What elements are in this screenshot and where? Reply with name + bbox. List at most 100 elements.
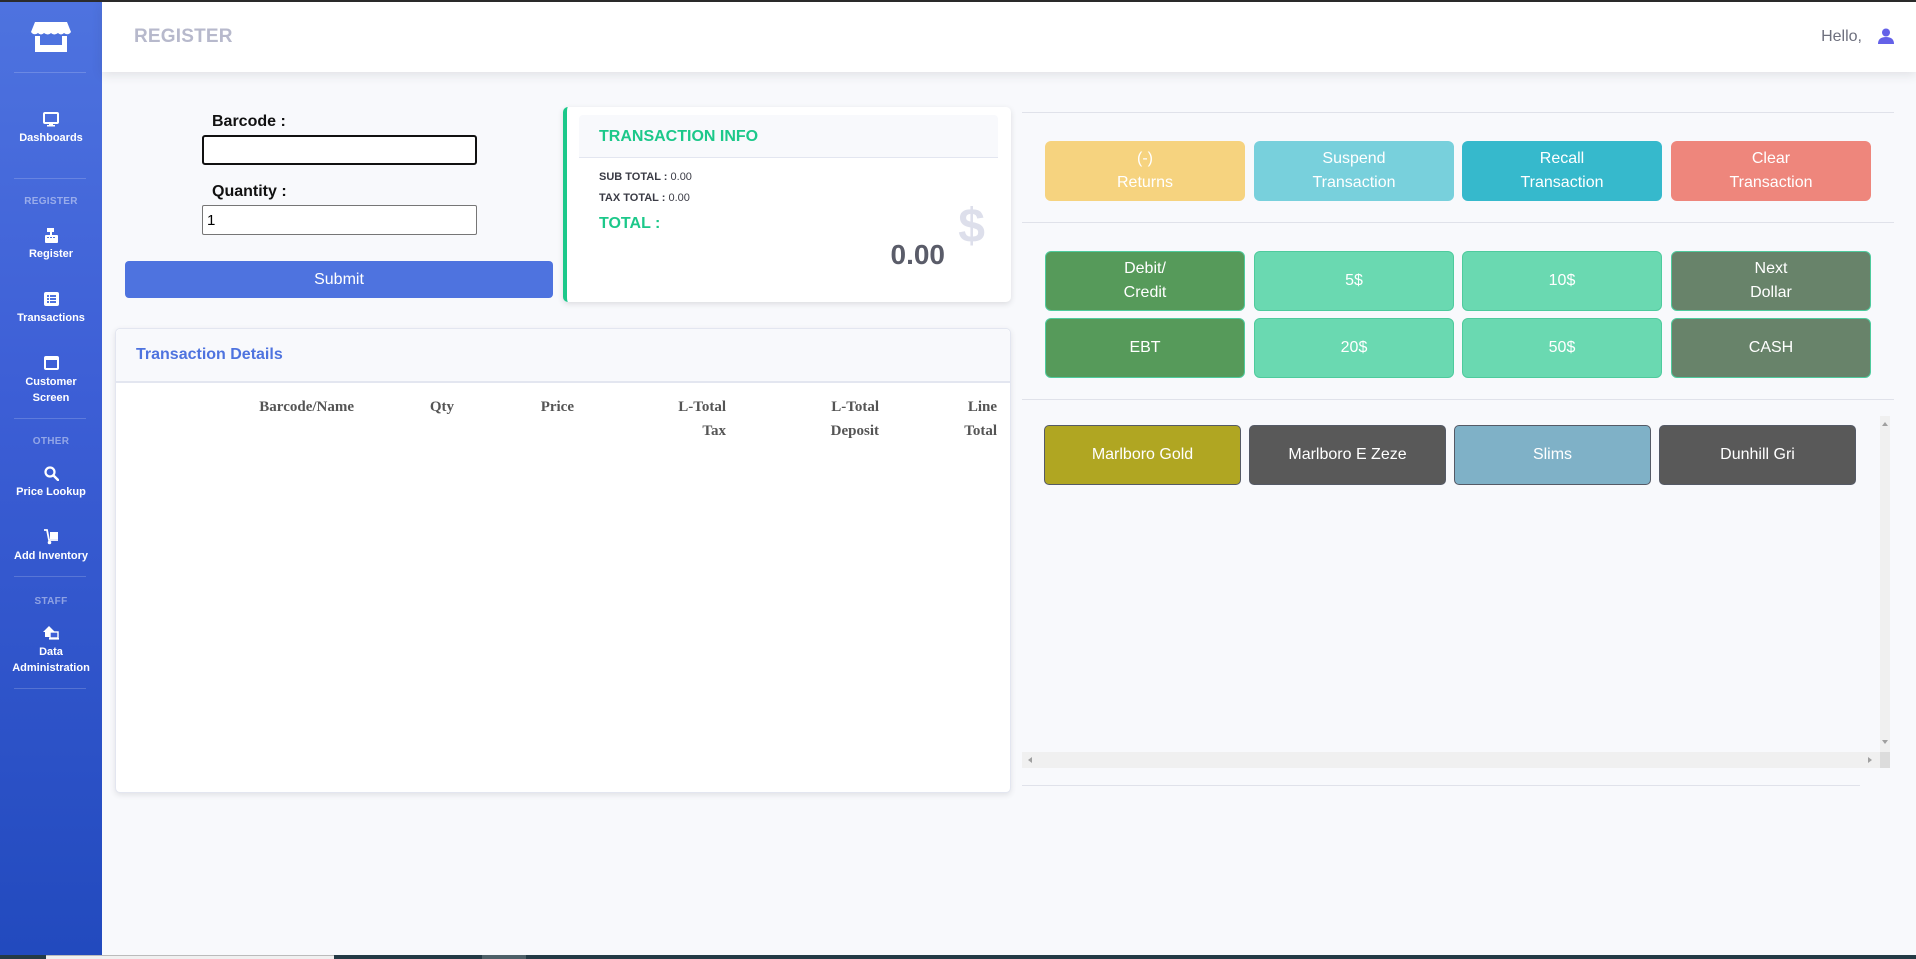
transaction-info-card: TRANSACTION INFO SUB TOTAL : 0.00 TAX TO… (563, 107, 1011, 302)
sidebar-item-label: Customer (25, 376, 77, 388)
button-label: CASH (1748, 339, 1794, 356)
column-header-line: Qty (429, 399, 454, 415)
button-label: Returns (1116, 174, 1174, 191)
button-label: Debit/ (1124, 260, 1166, 277)
sidebar-divider (14, 688, 86, 689)
sub-total-label: SUB TOTAL : (599, 171, 668, 183)
tax-total-row: TAX TOTAL : 0.00 (599, 192, 690, 204)
payment-10-button[interactable]: 10$ (1462, 251, 1662, 311)
scrollbar-corner (1880, 752, 1890, 768)
scroll-right-arrow-icon[interactable] (1868, 757, 1872, 763)
sidebar-item-price-lookup[interactable]: Price Lookup (0, 464, 102, 500)
sidebar-heading-other: OTHER (32, 436, 70, 447)
sidebar-item-register[interactable]: Register (0, 226, 102, 262)
sidebar-item-customer-screen[interactable]: Customer Screen (0, 354, 102, 406)
vertical-scrollbar[interactable] (1880, 416, 1890, 754)
horizontal-scrollbar[interactable] (1022, 752, 1880, 768)
quantity-input[interactable] (202, 205, 477, 235)
transaction-details-card: Transaction Details Barcode/Name Qty Price… (115, 328, 1011, 793)
sidebar: Dashboards REGISTER Register Transaction… (0, 2, 102, 955)
button-label: Recall (1539, 150, 1585, 167)
sidebar-item-label: Register (28, 248, 74, 260)
barcode-input[interactable] (202, 135, 477, 165)
taskbar-item[interactable] (482, 955, 526, 959)
column-header: Line Total (964, 395, 997, 443)
dolly-icon (43, 529, 58, 545)
taskbar-item[interactable] (46, 955, 334, 959)
recall-transaction-button[interactable]: Recall Transaction (1462, 141, 1662, 201)
tax-total-label: TAX TOTAL : (599, 192, 666, 204)
sidebar-heading-register: REGISTER (24, 196, 78, 207)
divider (1022, 112, 1894, 113)
column-header-line: Line (967, 399, 997, 415)
suspend-transaction-button[interactable]: Suspend Transaction (1254, 141, 1454, 201)
button-label: Marlboro E Zeze (1288, 446, 1407, 463)
tax-total-value: 0.00 (668, 192, 690, 204)
payment-20-button[interactable]: 20$ (1254, 318, 1454, 378)
sidebar-divider (14, 72, 86, 73)
divider (1022, 399, 1894, 400)
sidebar-item-dashboards[interactable]: Dashboards (0, 110, 102, 146)
sub-total-value: 0.00 (670, 171, 692, 183)
sidebar-item-transactions[interactable]: Transactions (0, 290, 102, 326)
sidebar-item-label: Dashboards (19, 132, 83, 144)
store-icon (31, 22, 71, 52)
payment-50-button[interactable]: 50$ (1462, 318, 1662, 378)
desktop-icon (43, 111, 59, 126)
user-icon[interactable] (1878, 28, 1894, 49)
taskbar (0, 955, 1916, 959)
sidebar-item-label: Administration (12, 662, 90, 674)
house-laptop-icon (42, 626, 59, 640)
button-label: Transaction (1312, 174, 1396, 191)
column-header: Barcode/Name (259, 395, 354, 419)
transaction-details-header: Transaction Details (116, 329, 1010, 383)
payment-ebt-button[interactable]: EBT (1045, 318, 1245, 378)
product-dunhill-gri-button[interactable]: Dunhill Gri (1659, 425, 1856, 485)
dollar-icon: $ (958, 200, 985, 253)
button-label: (-) (1137, 150, 1153, 167)
column-header-line: Price (540, 399, 574, 415)
column-header-line: Total (964, 423, 997, 439)
button-label: Dunhill Gri (1720, 446, 1795, 463)
button-label: EBT (1129, 339, 1161, 356)
button-label: Dollar (1750, 284, 1792, 301)
returns-button[interactable]: (-) Returns (1045, 141, 1245, 201)
scroll-down-arrow-icon[interactable] (1882, 740, 1888, 744)
sidebar-divider (14, 178, 86, 179)
product-marlboro-gold-button[interactable]: Marlboro Gold (1044, 425, 1241, 485)
payment-debit-credit-button[interactable]: Debit/Credit (1045, 251, 1245, 311)
sidebar-item-label: Transactions (17, 312, 85, 324)
clear-transaction-button[interactable]: Clear Transaction (1671, 141, 1871, 201)
barcode-label: Barcode : (212, 113, 286, 130)
product-marlboro-e-zeze-button[interactable]: Marlboro E Zeze (1249, 425, 1446, 485)
column-header-line: Tax (702, 423, 726, 439)
sidebar-item-data-administration[interactable]: Data Administration (0, 624, 102, 676)
scroll-left-arrow-icon[interactable] (1028, 757, 1032, 763)
scroll-up-arrow-icon[interactable] (1882, 422, 1888, 426)
button-label: Slims (1532, 446, 1573, 463)
button-label: Suspend (1322, 150, 1386, 167)
button-label: 20$ (1340, 339, 1368, 356)
button-label: Transaction (1520, 174, 1604, 191)
sidebar-item-label: Data (39, 646, 63, 658)
button-label: Transaction (1729, 174, 1813, 191)
button-label: Marlboro Gold (1091, 446, 1194, 463)
page-title: REGISTER (134, 26, 233, 47)
button-label: Next (1754, 260, 1788, 277)
sidebar-item-add-inventory[interactable]: Add Inventory (0, 528, 102, 564)
search-icon (43, 465, 59, 481)
transaction-info-title: TRANSACTION INFO (599, 128, 759, 145)
sub-total-row: SUB TOTAL : 0.00 (599, 171, 692, 183)
divider (1022, 222, 1894, 223)
user-greeting[interactable]: Hello, (1821, 28, 1862, 46)
payment-5-button[interactable]: 5$ (1254, 251, 1454, 311)
brand-logo[interactable] (0, 16, 102, 58)
payment-next-dollar-button[interactable]: Next Dollar (1671, 251, 1871, 311)
sidebar-item-label: Screen (32, 392, 70, 404)
payment-cash-button[interactable]: CASH (1671, 318, 1871, 378)
submit-button[interactable]: Submit (125, 261, 553, 298)
product-slims-button[interactable]: Slims (1454, 425, 1651, 485)
cash-register-icon (44, 227, 58, 243)
total-label: TOTAL : (599, 215, 661, 232)
column-header: L-Total Tax (678, 395, 726, 443)
